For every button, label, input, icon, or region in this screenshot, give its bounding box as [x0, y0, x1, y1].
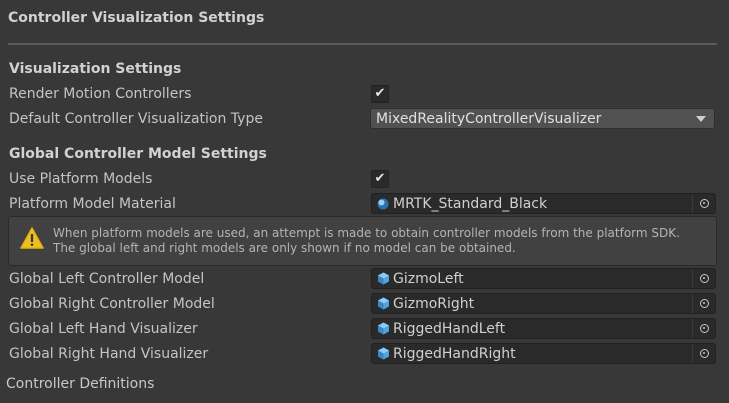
global-model-settings-heading: Global Controller Model Settings: [9, 146, 267, 162]
object-picker-button[interactable]: [692, 294, 715, 313]
target-icon: [699, 324, 709, 333]
object-picker-button[interactable]: [692, 269, 715, 288]
use-platform-models-checkbox[interactable]: ✔: [371, 170, 389, 188]
global-right-hand-visualizer-field[interactable]: RiggedHandRight: [371, 343, 716, 364]
global-left-hand-visualizer-label: Global Left Hand Visualizer: [9, 321, 198, 337]
field-value: GizmoLeft: [393, 270, 464, 287]
field-value: GizmoRight: [393, 295, 475, 312]
prefab-icon: [376, 347, 390, 361]
global-left-controller-model-label: Global Left Controller Model: [9, 271, 205, 287]
global-right-hand-visualizer-label: Global Right Hand Visualizer: [9, 346, 209, 362]
target-icon: [699, 199, 709, 208]
target-icon: [699, 299, 709, 308]
target-icon: [699, 349, 709, 358]
field-value: RiggedHandLeft: [393, 320, 506, 337]
help-text-line: The global left and right models are onl…: [53, 241, 516, 255]
global-right-controller-model-field[interactable]: GizmoRight: [371, 293, 716, 314]
platform-model-material-value: MRTK_Standard_Black: [393, 195, 548, 212]
checkmark-icon: ✔: [374, 171, 386, 186]
global-left-hand-visualizer-field[interactable]: RiggedHandLeft: [371, 318, 716, 339]
use-platform-models-label: Use Platform Models: [9, 171, 153, 187]
default-visualization-type-label: Default Controller Visualization Type: [9, 111, 263, 127]
help-text-line: When platform models are used, an attemp…: [53, 226, 680, 240]
object-picker-button[interactable]: [692, 319, 715, 338]
material-icon: [376, 197, 390, 211]
global-right-controller-model-label: Global Right Controller Model: [9, 296, 215, 312]
prefab-icon: [376, 322, 390, 336]
title-divider: [8, 43, 717, 45]
prefab-icon: [376, 297, 390, 311]
default-visualization-type-dropdown[interactable]: MixedRealityControllerVisualizer: [370, 108, 715, 129]
dropdown-arrow-icon: [696, 116, 706, 122]
visualization-settings-heading: Visualization Settings: [9, 61, 182, 77]
render-motion-controllers-label: Render Motion Controllers: [9, 86, 192, 102]
platform-model-material-field[interactable]: MRTK_Standard_Black: [371, 193, 716, 214]
object-picker-button[interactable]: [692, 344, 715, 363]
field-value: RiggedHandRight: [393, 345, 516, 362]
controller-definitions-foldout[interactable]: Controller Definitions: [6, 376, 154, 392]
prefab-icon: [376, 272, 390, 286]
checkmark-icon: ✔: [374, 86, 386, 101]
page-title: Controller Visualization Settings: [8, 10, 265, 26]
object-picker-button[interactable]: [692, 194, 715, 213]
help-box: When platform models are used, an attemp…: [8, 216, 717, 266]
target-icon: [699, 274, 709, 283]
global-left-controller-model-field[interactable]: GizmoLeft: [371, 268, 716, 289]
render-motion-controllers-checkbox[interactable]: ✔: [371, 85, 389, 103]
platform-model-material-label: Platform Model Material: [9, 196, 176, 212]
warning-icon: [20, 227, 44, 253]
dropdown-value: MixedRealityControllerVisualizer: [376, 110, 602, 127]
